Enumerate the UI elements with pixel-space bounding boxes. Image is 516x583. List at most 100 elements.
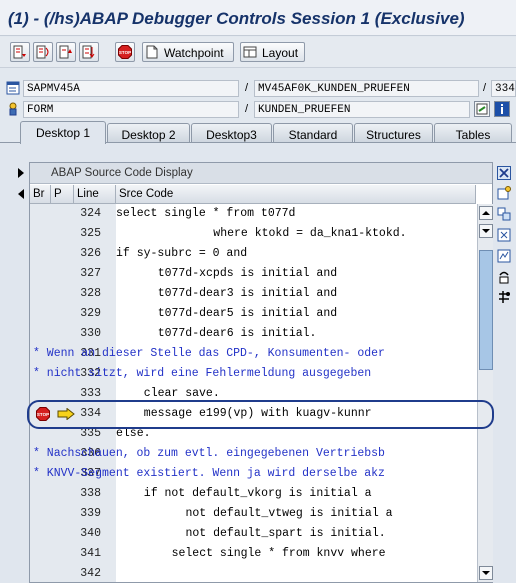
replace-tool-icon[interactable] [497, 270, 511, 284]
chevron-down-icon [482, 229, 490, 233]
code-line[interactable]: 340 not default_spart is initial. [30, 524, 476, 544]
layout-settings-icon[interactable] [497, 290, 511, 304]
code-text: not default_vtweg is initial a [151, 507, 393, 520]
column-header-p[interactable]: P [51, 185, 74, 204]
include-field[interactable]: MV45AF0K_KUNDEN_PRUEFEN [254, 80, 479, 97]
continue-button[interactable] [79, 42, 99, 62]
layout-button[interactable]: Layout [240, 42, 305, 62]
collapse-left-arrow-icon[interactable] [18, 189, 24, 199]
code-text: message e199(vp) with kuagv-kunnr [130, 407, 372, 420]
code-text: clear save. [130, 387, 220, 400]
step-over-button[interactable] [33, 42, 53, 62]
scroll-page-down-button[interactable] [479, 224, 493, 238]
scroll-up-button[interactable] [479, 206, 493, 220]
tab-desktop-2[interactable]: Desktop 2 [107, 123, 190, 143]
source-code-area[interactable]: 324 select single * from t077d 325 where k… [30, 204, 476, 582]
code-line[interactable]: 336 * Nachschauen, ob zum evtl. eingegebe… [30, 444, 476, 464]
code-text: if not default_vkorg is initial a [130, 487, 372, 500]
code-line[interactable]: 338 if not default_vkorg is initial a [30, 484, 476, 504]
event-type-field[interactable]: FORM [23, 101, 239, 118]
code-text: t077d-dear5 is initial and [137, 307, 338, 320]
code-line[interactable]: 335 else. [30, 424, 476, 444]
chevron-up-icon [482, 211, 490, 215]
event-name-field[interactable]: KUNDEN_PRUEFEN [254, 101, 470, 118]
line-number: 325 [80, 227, 101, 240]
vertical-scrollbar[interactable] [477, 204, 493, 582]
return-icon [59, 45, 72, 59]
form-routine-icon [9, 102, 17, 116]
source-display-icon [476, 103, 488, 115]
code-line[interactable]: 327 t077d-xcpds is initial and [30, 264, 476, 284]
code-line[interactable]: 339 not default_vtweg is initial a [30, 504, 476, 524]
code-line[interactable]: 334 STOP message e199(vp) with kuagv-kunn… [30, 404, 476, 424]
code-text: and v [340, 567, 476, 580]
line-number-field[interactable]: 334 [491, 80, 516, 97]
step-into-button[interactable] [10, 42, 30, 62]
step-into-icon [13, 45, 26, 59]
line-number: 334 [80, 407, 101, 420]
step-over-icon [36, 45, 49, 59]
code-line[interactable]: 329 t077d-dear5 is initial and [30, 304, 476, 324]
code-line[interactable]: 333 clear save. [30, 384, 476, 404]
display-source-button[interactable] [474, 101, 490, 117]
line-number: 330 [80, 327, 101, 340]
code-line[interactable]: 337 * KNVV-Segment existiert. Wenn ja wir… [30, 464, 476, 484]
code-comment: * nicht sitzt, wird eine Fehlermeldung a… [33, 367, 372, 380]
tab-standard[interactable]: Standard [273, 123, 353, 143]
line-number: 335 [80, 427, 101, 440]
swap-tool-icon[interactable] [497, 207, 511, 221]
continue-icon [82, 45, 95, 59]
new-document-icon [146, 45, 158, 59]
separator-slash: / [483, 82, 487, 94]
separator-slash: / [245, 82, 249, 94]
code-line[interactable]: 342 and v [30, 564, 476, 582]
code-text: not default_spart is initial. [151, 527, 386, 540]
maximize-icon[interactable] [497, 228, 511, 242]
code-line[interactable]: 324 select single * from t077d [30, 204, 476, 224]
code-line[interactable]: 331 * Wenn an dieser Stelle das CPD-, Kon… [30, 344, 476, 364]
chevron-down-icon [482, 571, 490, 575]
event-row: FORM / KUNDEN_PRUEFEN [0, 99, 516, 119]
code-line[interactable]: 326 if sy-subrc = 0 and [30, 244, 476, 264]
tab-desktop-1[interactable]: Desktop 1 [20, 121, 106, 144]
expand-right-arrow-icon[interactable] [18, 168, 24, 178]
line-number: 341 [80, 547, 101, 560]
program-field[interactable]: SAPMV45A [23, 80, 239, 97]
code-line[interactable]: 332 * nicht sitzt, wird eine Fehlermeldun… [30, 364, 476, 384]
column-header-br[interactable]: Br [30, 185, 51, 204]
code-comment: * Wenn an dieser Stelle das CPD-, Konsum… [33, 347, 385, 360]
code-line[interactable]: 341 select single * from knvv where [30, 544, 476, 564]
scroll-down-button[interactable] [479, 566, 493, 580]
line-number: 327 [80, 267, 101, 280]
svg-text:STOP: STOP [37, 412, 49, 417]
code-line[interactable]: 328 t077d-dear3 is initial and [30, 284, 476, 304]
layout-label: Layout [262, 46, 299, 60]
line-number: 339 [80, 507, 101, 520]
line-number: 326 [80, 247, 101, 260]
line-number: 324 [80, 207, 101, 220]
stop-button[interactable]: STOP [115, 42, 135, 62]
scroll-thumb[interactable] [479, 250, 493, 370]
title-bar: (1) - (/hs)ABAP Debugger Controls Sessio… [0, 0, 516, 36]
column-header-line[interactable]: Line [74, 185, 116, 204]
code-text: t077d-dear6 is initial. [137, 327, 317, 340]
breakpoint-stop-icon[interactable]: STOP [36, 407, 50, 421]
services-icon[interactable] [497, 249, 511, 263]
code-line[interactable]: 330 t077d-dear6 is initial. [30, 324, 476, 344]
window-title: (1) - (/hs)ABAP Debugger Controls Sessio… [8, 9, 465, 28]
close-icon[interactable] [497, 166, 511, 180]
tab-desktop-3[interactable]: Desktop3 [191, 123, 272, 143]
watchpoint-button[interactable]: Watchpoint [142, 42, 234, 62]
return-button[interactable] [56, 42, 76, 62]
current-statement-arrow-icon [57, 408, 75, 420]
tool-caption: ABAP Source Code Display [30, 163, 492, 184]
column-header-source[interactable]: Srce Code [116, 185, 476, 204]
line-number: 342 [80, 567, 101, 580]
code-line[interactable]: 325 where ktokd = da_kna1-ktokd. [30, 224, 476, 244]
tab-tables[interactable]: Tables [434, 123, 512, 143]
info-button[interactable] [494, 101, 510, 117]
tab-structures[interactable]: Structures [354, 123, 433, 143]
line-number: 328 [80, 287, 101, 300]
code-text: where ktokd = da_kna1-ktokd. [165, 227, 407, 240]
new-tool-icon[interactable] [497, 186, 511, 200]
